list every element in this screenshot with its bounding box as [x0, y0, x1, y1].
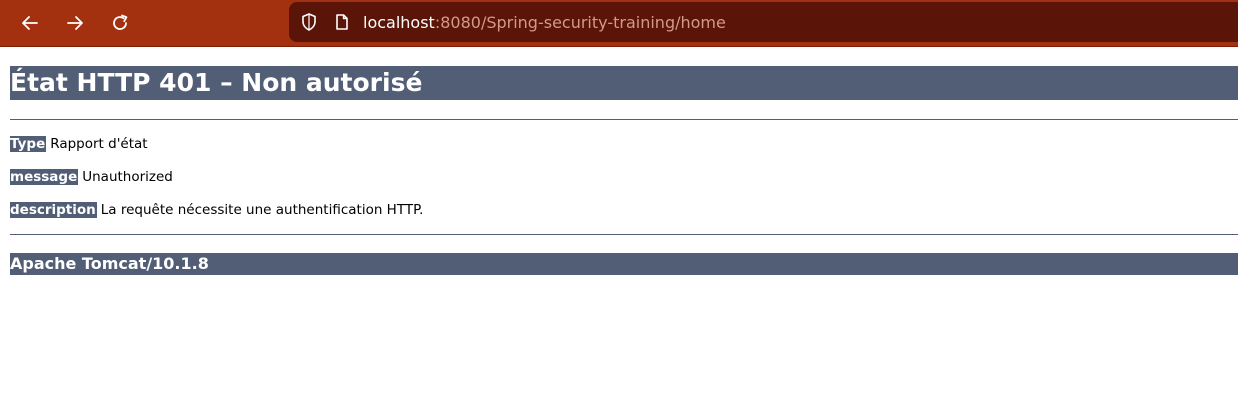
- error-page: État HTTP 401 – Non autorisé Type Rapport…: [0, 66, 1238, 275]
- url-path: :8080/Spring-security-training/home: [434, 12, 726, 32]
- info-row-message: message Unauthorized: [10, 168, 1238, 186]
- reload-icon: [113, 14, 128, 30]
- address-bar[interactable]: localhost:8080/Spring-security-training/…: [289, 2, 1238, 42]
- row-value: La requête nécessite une authentificatio…: [100, 202, 424, 218]
- browser-toolbar: localhost:8080/Spring-security-training/…: [0, 0, 1238, 47]
- page-title: État HTTP 401 – Non autorisé: [10, 66, 1238, 100]
- divider: [10, 234, 1238, 235]
- divider: [10, 119, 1238, 120]
- info-row-description: description La requête nécessite une auth…: [10, 201, 1238, 219]
- url-text[interactable]: localhost:8080/Spring-security-training/…: [363, 13, 726, 32]
- page-info-icon[interactable]: [333, 13, 351, 31]
- forward-button[interactable]: [60, 8, 90, 38]
- row-label: message: [10, 169, 79, 185]
- row-label: description: [10, 202, 97, 218]
- arrow-right-icon: [67, 16, 83, 30]
- row-label: Type: [10, 136, 47, 152]
- info-row-type: Type Rapport d'état: [10, 135, 1238, 153]
- back-button[interactable]: [15, 8, 45, 38]
- tracking-protection-shield-icon[interactable]: [299, 12, 319, 32]
- row-value: Unauthorized: [82, 169, 173, 185]
- reload-button[interactable]: [105, 8, 135, 38]
- arrow-left-icon: [22, 16, 38, 30]
- server-footer: Apache Tomcat/10.1.8: [10, 253, 1238, 275]
- row-value: Rapport d'état: [50, 136, 148, 152]
- url-host: localhost: [363, 12, 435, 32]
